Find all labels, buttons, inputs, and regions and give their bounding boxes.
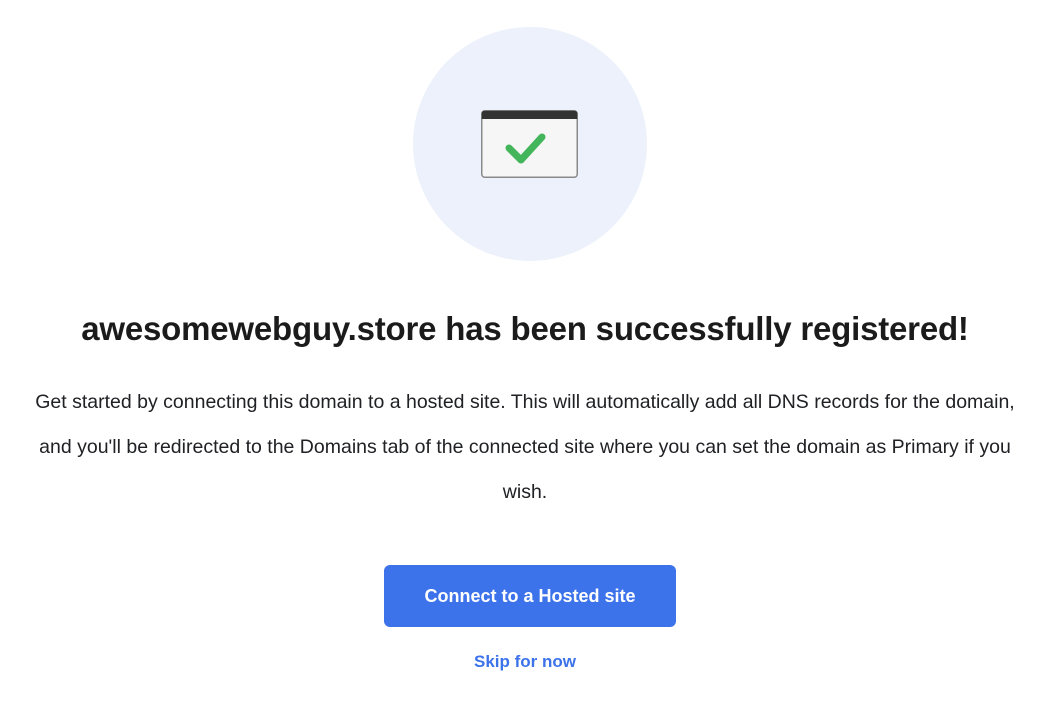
skip-for-now-link[interactable]: Skip for now bbox=[474, 652, 576, 671]
page-title: awesomewebguy.store has been successfull… bbox=[81, 310, 969, 347]
browser-window-check-icon bbox=[481, 110, 578, 178]
skip-link-row: Skip for now bbox=[0, 652, 1050, 672]
domain-registered-page: awesomewebguy.store has been successfull… bbox=[0, 0, 1050, 701]
success-description: Get started by connecting this domain to… bbox=[35, 391, 1015, 503]
connect-hosted-site-button[interactable]: Connect to a Hosted site bbox=[384, 565, 676, 627]
